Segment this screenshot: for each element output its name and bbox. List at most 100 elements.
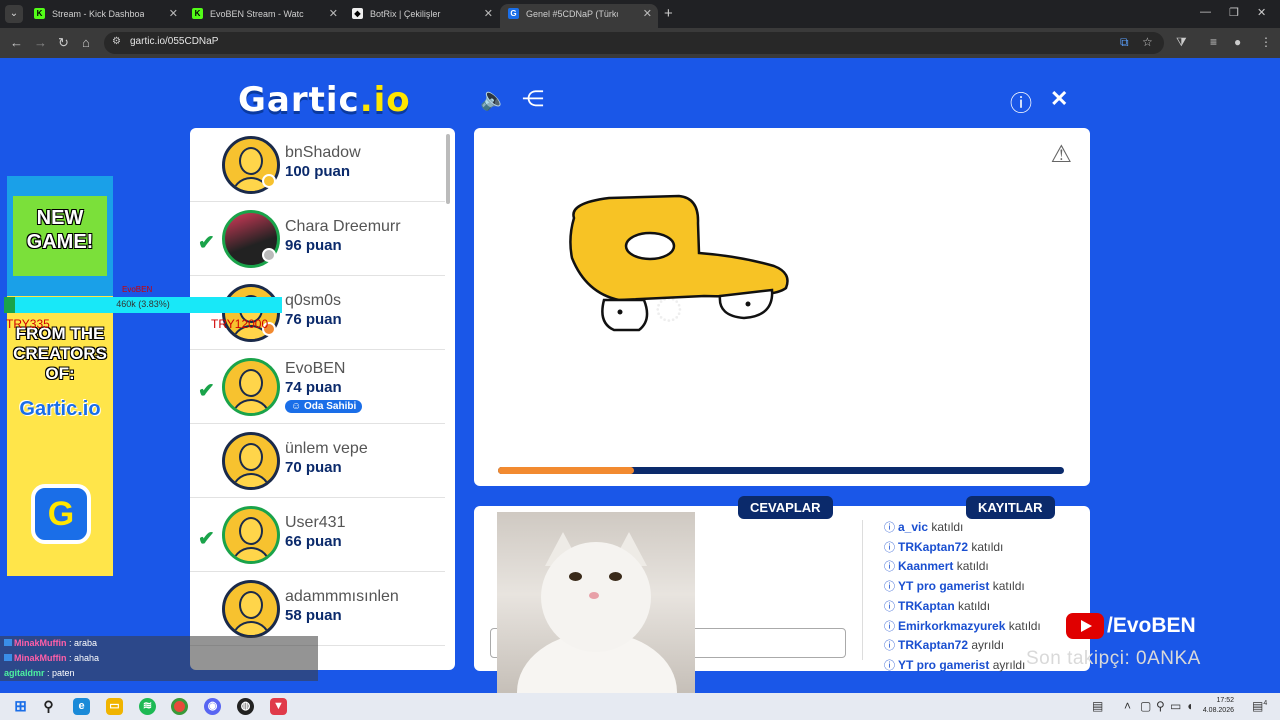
address-bar[interactable]: ⚙ gartic.io/055CDNaP (104, 32, 1164, 54)
obs-icon[interactable]: ◍ (237, 698, 254, 715)
player-row[interactable]: ✔ Chara Dreemurr 96 puan (190, 202, 445, 276)
player-score: 96 puan (285, 237, 342, 254)
reload-icon[interactable]: ↻ (58, 35, 69, 51)
logs-tab[interactable]: KAYITLAR (966, 496, 1055, 519)
tab-gartic[interactable]: G Genel #5CDNaP (Türkçe) - ✕ (500, 4, 658, 28)
close-tab-icon[interactable]: ✕ (169, 4, 178, 24)
info-icon: ⓘ (884, 640, 895, 653)
log-item: ⓘ Kaanmert katıldı (884, 557, 1041, 577)
chat-user: MinakMuffin (14, 638, 67, 648)
sound-icon[interactable]: 🔈 (480, 86, 507, 112)
log-action: katıldı (1008, 618, 1041, 633)
microphone-icon[interactable]: ⚲ (1156, 699, 1165, 713)
answers-tab[interactable]: CEVAPLAR (738, 496, 833, 519)
tab-kick-dashboard[interactable]: K Stream - Kick Dashboard ✕ (26, 4, 184, 28)
notification-count: 4 (1263, 700, 1268, 707)
player-avatar (222, 506, 280, 564)
menu-kebab-icon[interactable]: ⋮ (1260, 35, 1272, 49)
site-info-icon[interactable]: ⚙ (112, 36, 121, 47)
network-icon[interactable]: ▭ (1170, 699, 1181, 713)
explorer-icon[interactable]: ▭ (106, 698, 123, 715)
player-row[interactable]: ✔ User431 66 puan (190, 498, 445, 572)
minimize-icon[interactable]: — (1200, 6, 1211, 18)
player-row[interactable]: ✔ EvoBEN 74 puan ☺ Oda Sahibi (190, 350, 445, 424)
player-name: EvoBEN (285, 360, 346, 377)
youtube-icon (1066, 613, 1104, 639)
tab-title: BotRix | Çekilişler (370, 9, 441, 19)
player-name: adammmısınlen (285, 588, 399, 605)
info-icon: ⓘ (884, 659, 895, 672)
profile-avatar[interactable]: ● (1234, 35, 1241, 49)
close-icon[interactable]: ✕ (1050, 86, 1068, 112)
discord-icon[interactable]: ◉ (204, 698, 221, 715)
player-list-scrollbar[interactable] (446, 134, 450, 204)
home-icon[interactable]: ⌂ (82, 35, 90, 50)
volume-icon[interactable]: ◖ (1186, 699, 1193, 713)
tab-title: Genel #5CDNaP (Türkçe) - (526, 9, 618, 19)
screen-icon[interactable]: ▢ (1140, 699, 1151, 713)
tab-evoben-stream[interactable]: K EvoBEN Stream - Watch Live on ✕ (184, 4, 344, 28)
tray-arrow-icon[interactable]: ˄ (1124, 699, 1131, 713)
chat-text: : ahaha (69, 653, 100, 663)
log-action: katıldı (958, 598, 991, 613)
log-item: ⓘ TRKaptan72 katıldı (884, 538, 1041, 558)
clock-date: 4.08.2026 (1202, 707, 1234, 714)
media-icon[interactable]: ≡ (1210, 35, 1217, 49)
round-timer-fill (498, 467, 634, 474)
log-user: TRKaptan (898, 598, 955, 613)
tab-botrix[interactable]: ◆ BotRix | Çekilişler ✕ (344, 4, 499, 28)
forward-icon[interactable]: → (34, 35, 47, 50)
player-row[interactable]: bnShadow 100 puan (190, 128, 445, 202)
log-user: YT pro gamerist (898, 657, 990, 672)
drawing-canvas[interactable]: ◌ ⚠ (474, 128, 1090, 486)
close-tab-icon[interactable]: ✕ (643, 4, 652, 24)
player-avatar (222, 580, 280, 638)
restore-icon[interactable]: ❐ (1229, 6, 1239, 19)
goal-text: 460k (3.83%) (116, 299, 170, 309)
log-user: YT pro gamerist (898, 579, 990, 594)
log-action: katıldı (992, 579, 1025, 594)
chat-text: : araba (69, 638, 98, 648)
spotify-icon[interactable]: ≋ (139, 698, 156, 715)
extensions-icon[interactable]: ⧩ (1176, 35, 1187, 50)
guessed-check-icon: ✔ (198, 380, 215, 402)
edge-icon[interactable]: e (73, 698, 90, 715)
chat-message: agitaldmr : paten (0, 666, 318, 681)
tab-title: Stream - Kick Dashboard (52, 9, 144, 19)
log-action: ayrıldı (992, 657, 1026, 672)
player-name: q0sm0s (285, 292, 342, 309)
system-clock[interactable]: 17:52 4.08.2026 (1200, 696, 1234, 716)
info-icon: ⓘ (884, 600, 895, 613)
windows-start-icon[interactable]: ⊞ (12, 698, 29, 715)
player-avatar (222, 358, 280, 416)
bookmark-star-icon[interactable]: ☆ (1142, 35, 1153, 49)
youtube-text: /EvoBEN (1107, 614, 1196, 637)
player-row[interactable]: ünlem vepe 70 puan (190, 424, 445, 498)
search-icon[interactable]: ⚲ (40, 698, 57, 715)
translate-icon[interactable]: ⧉ (1120, 35, 1129, 50)
ad-logo: Gartic.io (19, 398, 101, 420)
ad-banner[interactable]: NEW GAME! FROM THE CREATORS OF: Gartic.i… (7, 176, 113, 576)
tab-search-button[interactable]: ⌄ (5, 5, 23, 23)
guessed-check-icon: ✔ (198, 528, 215, 550)
close-window-icon[interactable]: ✕ (1257, 6, 1266, 19)
new-tab-button[interactable]: + (664, 4, 673, 24)
back-icon[interactable]: ← (10, 35, 23, 50)
badge-icon (4, 639, 12, 646)
notification-icon[interactable]: ▤4 (1252, 699, 1267, 713)
log-item: ⓘ Emirkorkmazyurek katıldı (884, 617, 1041, 637)
info-icon[interactable]: ⓘ (1010, 86, 1032, 118)
app-icon[interactable]: ▼ (270, 698, 287, 715)
kick-icon: K (34, 8, 45, 19)
close-tab-icon[interactable]: ✕ (484, 4, 493, 24)
chrome-icon[interactable] (171, 698, 188, 715)
close-tab-icon[interactable]: ✕ (329, 4, 338, 24)
log-user: a_vic (898, 520, 929, 534)
player-row[interactable]: adammmısınlen 58 puan (190, 572, 445, 646)
keyboard-icon[interactable]: ▤ (1092, 699, 1103, 713)
player-list: bnShadow 100 puan ✔ Chara Dreemurr 96 pu… (190, 128, 455, 670)
log-action: katıldı (956, 559, 989, 574)
chat-message: MinakMuffin : araba (0, 636, 318, 651)
share-icon[interactable]: ⋲ (522, 86, 544, 112)
player-row[interactable]: q0sm0s 76 puan (190, 276, 445, 350)
